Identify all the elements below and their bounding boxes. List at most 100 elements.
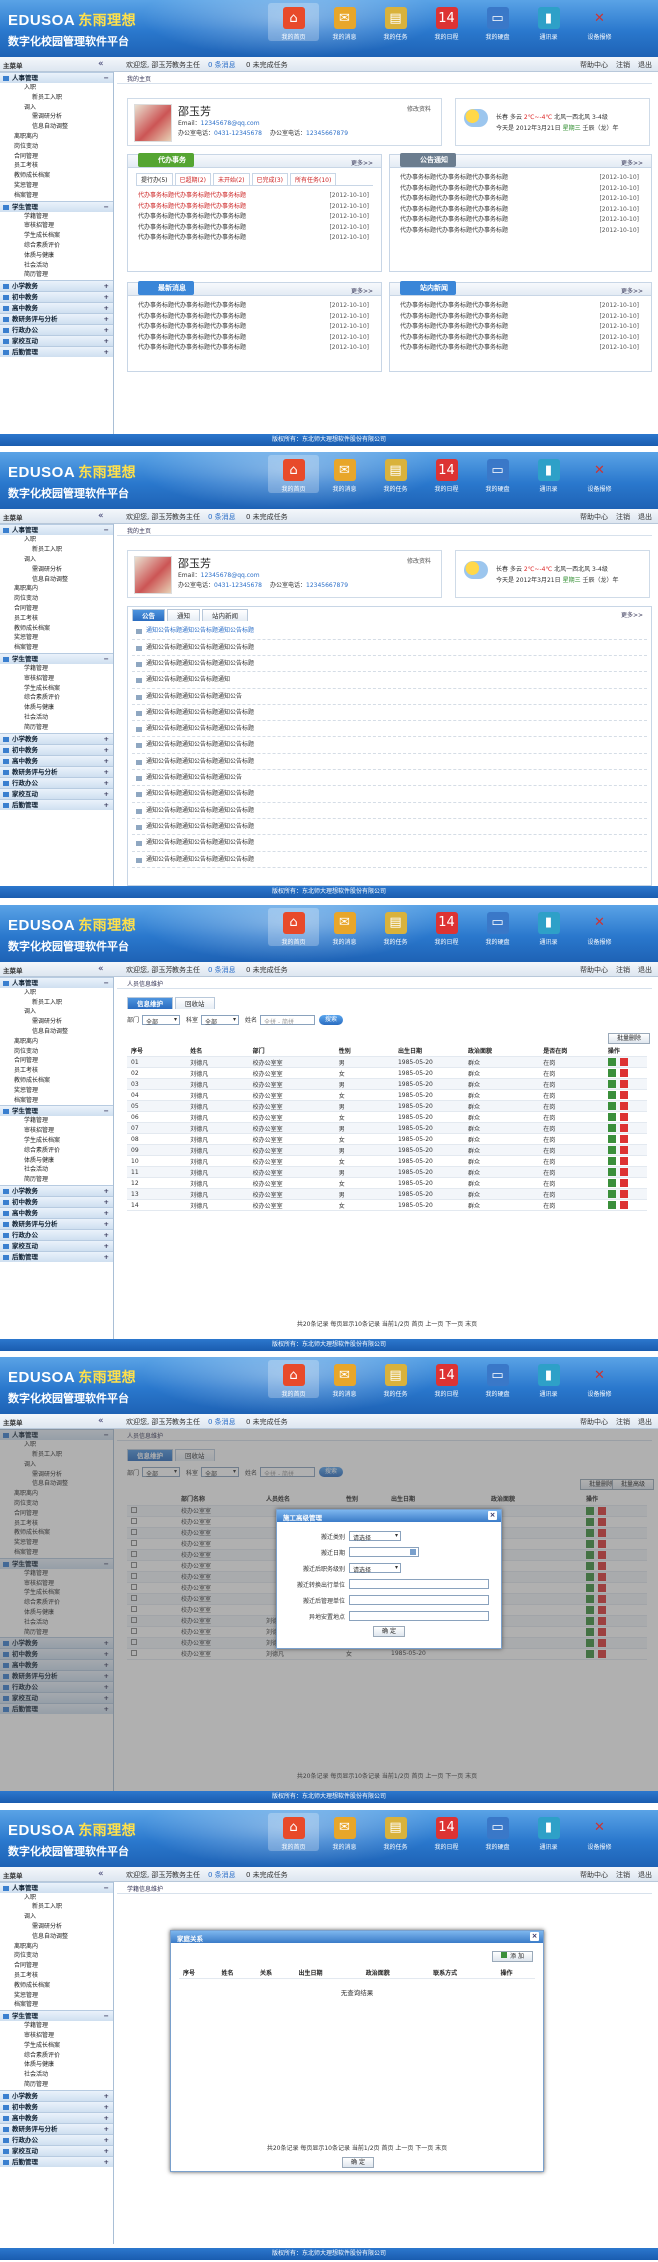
task-link[interactable]: 0 未完成任务 (246, 965, 288, 975)
sidebar-group[interactable]: 后勤管理 + (0, 798, 113, 810)
sidebar-item[interactable]: 离职离内 (0, 584, 113, 594)
sidebar-item[interactable]: 简历管理 (0, 2080, 113, 2090)
edit-icon[interactable] (607, 1058, 616, 1067)
edit-icon[interactable] (607, 1201, 616, 1210)
table-row[interactable]: 08 刘德凡 校办公室室女 1985-05-20 群众 在岗 (127, 1133, 647, 1146)
sidebar-item[interactable]: 简历管理 (0, 270, 113, 280)
sidebar-item[interactable]: 社会活动 (0, 261, 113, 271)
sidebar-group[interactable]: 初中教务 + (0, 1195, 113, 1207)
bulletin-item[interactable]: 通知公告标题通知公告标题通知公告 (132, 770, 647, 787)
sidebar-group-hr[interactable]: 人事管理 − (0, 976, 113, 988)
dept-select[interactable]: 全部 (142, 1014, 181, 1026)
bulletin-item[interactable]: 通知公告标题通知公告标题通知公告标题 (132, 705, 647, 722)
sidebar-item[interactable]: 档案管理 (0, 1096, 113, 1106)
sidebar-group-hr[interactable]: 人事管理 − (0, 524, 113, 536)
more-link[interactable]: 更多>> (621, 158, 643, 167)
message-link[interactable]: 0 条消息 (208, 1417, 236, 1427)
sidebar-group[interactable]: 行政办公 + (0, 2133, 113, 2145)
sidebar-group[interactable]: 高中教务 + (0, 1206, 113, 1218)
sidebar-item[interactable]: 新员工入职 (0, 998, 113, 1008)
sidebar-item[interactable]: 体质与健康 (0, 1156, 113, 1166)
sidebar-item[interactable]: 需调研分析 (0, 1922, 113, 1932)
help-link[interactable]: 帮助中心 (580, 966, 608, 974)
edit-icon[interactable] (607, 1124, 616, 1133)
site-news-row[interactable]: 代办事务标题代办事务标题代办事务标题 [2012-10-10] (390, 301, 651, 312)
search-button[interactable]: 搜索 (319, 1014, 344, 1025)
sidebar-item[interactable]: 入职 (0, 535, 113, 545)
sidebar-item[interactable]: 体质与健康 (0, 251, 113, 261)
delete-icon[interactable] (619, 1069, 628, 1078)
help-link[interactable]: 帮助中心 (580, 1871, 608, 1879)
batch-delete-button[interactable]: 批量删除 (607, 1032, 650, 1044)
sidebar-group-student[interactable]: 学生管理 − (0, 652, 113, 664)
nav-item-monitor[interactable]: ▭ 我的硬盘 (472, 455, 523, 493)
sidebar-group[interactable]: 小学教务 + (0, 732, 113, 744)
sidebar-item[interactable]: 学生成长档案 (0, 231, 113, 241)
todo-row[interactable]: 代办事务标题代办事务标题代办事务标题 [2012-10-10] (128, 212, 381, 223)
sidebar-group-hr[interactable]: 人事管理 − (0, 72, 113, 83)
edit-icon[interactable] (607, 1190, 616, 1199)
message-link[interactable]: 0 条消息 (208, 965, 236, 975)
delete-icon[interactable] (619, 1102, 628, 1111)
logout-link[interactable]: 注销 (616, 1418, 630, 1426)
collapse-icon[interactable]: « (98, 1869, 104, 1879)
nav-item-tools[interactable]: ✕ 设备报修 (574, 455, 625, 494)
sidebar-item[interactable]: 新员工入职 (0, 93, 113, 103)
sidebar-item[interactable]: 综合素质评价 (0, 1146, 113, 1156)
exit-link[interactable]: 退出 (638, 513, 652, 521)
text-input[interactable] (349, 1611, 489, 1622)
notice-row[interactable]: 代办事务标题代办事务标题代办事务标题 [2012-10-10] (390, 184, 651, 195)
sidebar-item[interactable]: 学籍管理 (0, 212, 113, 222)
exit-link[interactable]: 退出 (638, 966, 652, 974)
bulletin-tab[interactable]: 公告 (132, 609, 165, 622)
nav-item-calendar[interactable]: 14 我的日程 (421, 455, 472, 493)
sidebar-item[interactable]: 档案管理 (0, 643, 113, 653)
message-link[interactable]: 0 条消息 (208, 1870, 236, 1880)
more-link[interactable]: 更多>> (621, 610, 643, 619)
collapse-icon[interactable]: « (98, 59, 104, 69)
table-row[interactable]: 03 刘德凡 校办公室室男 1985-05-20 群众 在岗 (127, 1078, 647, 1091)
sidebar-group[interactable]: 教研务评与分析 + (0, 313, 113, 325)
edit-profile-link[interactable]: 修改资料 (407, 556, 431, 565)
sidebar-group-hr[interactable]: 人事管理 − (0, 1881, 113, 1893)
sidebar-item[interactable]: 学生成长档案 (0, 2041, 113, 2051)
nav-item-envelope[interactable]: ✉ 我的消息 (319, 1360, 370, 1398)
notice-row[interactable]: 代办事务标题代办事务标题代办事务标题 [2012-10-10] (390, 173, 651, 184)
sidebar-item[interactable]: 社会活动 (0, 2070, 113, 2080)
sidebar-item[interactable]: 综合素质评价 (0, 2051, 113, 2061)
sidebar-item[interactable]: 学籍管理 (0, 1116, 113, 1126)
logout-link[interactable]: 注销 (616, 61, 630, 69)
delete-icon[interactable] (619, 1124, 628, 1133)
sidebar-item[interactable]: 需调研分析 (0, 565, 113, 575)
bulletin-item[interactable]: 通知公告标题通知公告标题通知公告标题 (132, 656, 647, 673)
sidebar-item[interactable]: 教师成长档案 (0, 1076, 113, 1086)
table-row[interactable]: 06 刘德凡 校办公室室女 1985-05-20 群众 在岗 (127, 1111, 647, 1124)
sidebar-item[interactable]: 教师成长档案 (0, 171, 113, 181)
sidebar-item[interactable]: 岗位变动 (0, 594, 113, 604)
notice-row[interactable]: 代办事务标题代办事务标题代办事务标题 [2012-10-10] (390, 215, 651, 226)
table-row[interactable]: 05 刘德凡 校办公室室男 1985-05-20 群众 在岗 (127, 1100, 647, 1113)
table-row[interactable]: 04 刘德凡 校办公室室女 1985-05-20 群众 在岗 (127, 1089, 647, 1102)
edit-icon[interactable] (607, 1179, 616, 1188)
nav-item-calendar[interactable]: 14 我的日程 (421, 1813, 472, 1851)
logout-link[interactable]: 注销 (616, 966, 630, 974)
todo-row[interactable]: 代办事务标题代办事务标题代办事务标题 [2012-10-10] (128, 191, 381, 202)
help-link[interactable]: 帮助中心 (580, 61, 608, 69)
sidebar-item[interactable]: 教师成长档案 (0, 624, 113, 634)
sidebar-item[interactable]: 审核招管理 (0, 1126, 113, 1136)
delete-icon[interactable] (619, 1113, 628, 1122)
sidebar-item[interactable]: 员工考核 (0, 161, 113, 171)
todo-tab[interactable]: 已超期(2) (174, 173, 211, 185)
delete-icon[interactable] (619, 1080, 628, 1089)
delete-icon[interactable] (619, 1091, 628, 1100)
nav-item-folder[interactable]: ▤ 我的任务 (370, 3, 421, 41)
sidebar-group[interactable]: 行政办公 + (0, 776, 113, 788)
sidebar-item[interactable]: 信息自动调整 (0, 1932, 113, 1942)
sidebar-item[interactable]: 岗位变动 (0, 1047, 113, 1057)
sidebar-group[interactable]: 高中教务 + (0, 302, 113, 314)
sidebar-item[interactable]: 离职离内 (0, 132, 113, 142)
sidebar-item[interactable]: 调入 (0, 555, 113, 565)
more-link[interactable]: 更多>> (351, 286, 373, 295)
sidebar-item[interactable]: 档案管理 (0, 191, 113, 201)
name-search-input[interactable]: 全拼 - 简拼 (260, 1014, 316, 1026)
